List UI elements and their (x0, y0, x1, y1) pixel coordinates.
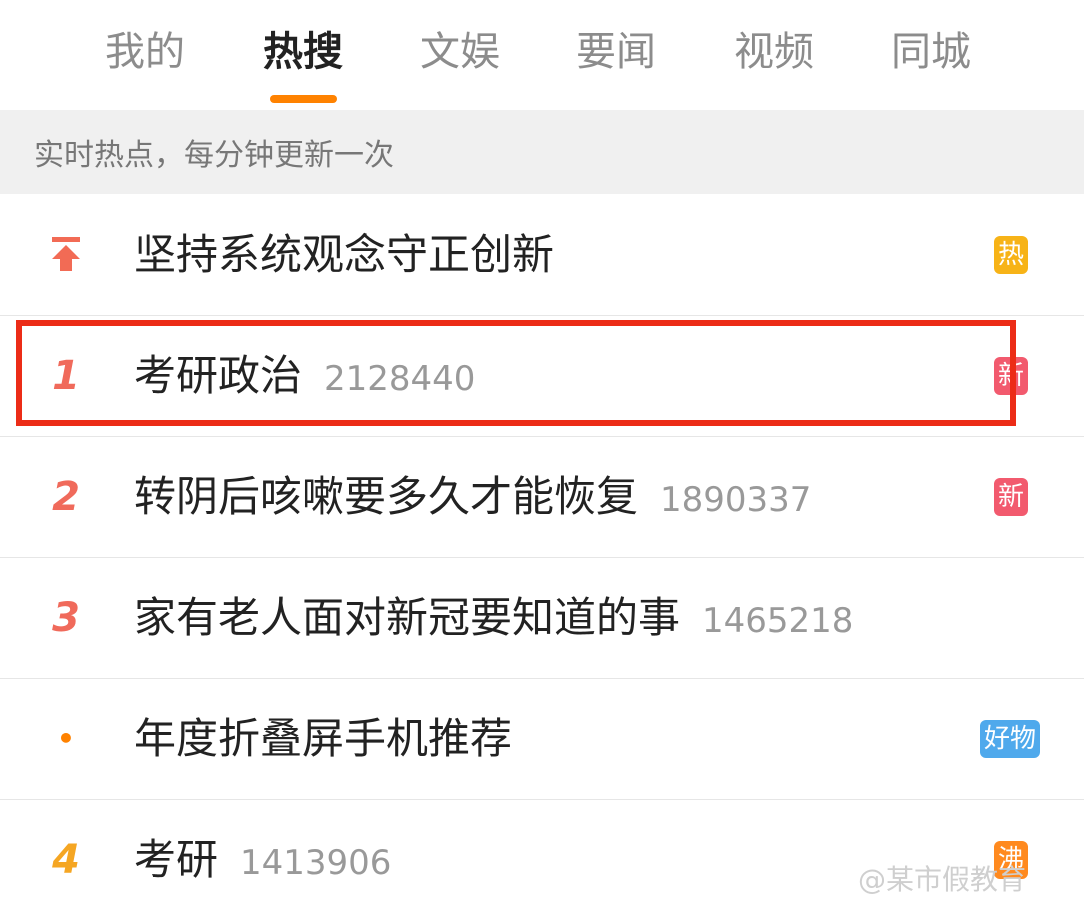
list-item-title[interactable]: 考研 1413906 (134, 800, 391, 920)
tab-news[interactable]: 要闻 (561, 26, 671, 78)
list-item-title-text: 转阴后咳嗽要多久才能恢复 (134, 472, 639, 521)
good-item-badge: 好物 (980, 720, 1041, 758)
pin-top-arrow-icon (52, 237, 80, 271)
realtime-notice-bar: 实时热点，每分钟更新一次 (0, 110, 1084, 194)
list-item-title[interactable]: 年度折叠屏手机推荐 (134, 679, 512, 799)
new-badge: 新 (994, 478, 1029, 516)
list-item-title-text: 考研政治 (134, 351, 303, 400)
list-item-title[interactable]: 考研政治 2128440 (134, 316, 475, 436)
search-count: 2128440 (324, 359, 476, 399)
list-item-title[interactable]: 转阴后咳嗽要多久才能恢复 1890337 (134, 437, 811, 557)
search-count: 1413906 (240, 843, 392, 883)
active-tab-indicator (270, 95, 337, 103)
list-item-promoted[interactable]: • 年度折叠屏手机推荐 好物 (0, 679, 1084, 800)
tab-local[interactable]: 同城 (876, 26, 986, 78)
bullet-dot-icon: • (57, 722, 75, 755)
list-item-3[interactable]: 3 家有老人面对新冠要知道的事 1465218 (0, 558, 1084, 679)
watermark: @某市假教育 (858, 863, 1027, 896)
list-item-title[interactable]: 家有老人面对新冠要知道的事 1465218 (134, 558, 853, 678)
list-item-pinned[interactable]: 坚持系统观念守正创新 热 (0, 195, 1084, 316)
tab-bar: 我的 热搜 文娱 要闻 视频 同城 (0, 0, 1084, 110)
list-item-title-text: 家有老人面对新冠要知道的事 (134, 593, 681, 642)
list-item-2[interactable]: 2 转阴后咳嗽要多久才能恢复 1890337 新 (0, 437, 1084, 558)
rank-number: 1 (52, 353, 80, 399)
list-item-1[interactable]: 1 考研政治 2128440 新 (0, 316, 1084, 437)
search-count: 1890337 (660, 480, 812, 520)
tab-video[interactable]: 视频 (719, 26, 829, 78)
rank-number: 2 (52, 474, 80, 520)
notice-text: 实时热点，每分钟更新一次 (34, 138, 394, 173)
list-item-4[interactable]: 4 考研 1413906 沸 (0, 800, 1084, 920)
list-item-title[interactable]: 坚持系统观念守正创新 (134, 195, 554, 315)
new-badge: 新 (994, 357, 1029, 395)
rank-number: 4 (52, 837, 80, 883)
search-count: 1465218 (702, 601, 854, 641)
tab-mine[interactable]: 我的 (90, 26, 200, 78)
tab-hot-search[interactable]: 热搜 (248, 26, 358, 78)
tab-entertainment[interactable]: 文娱 (405, 26, 515, 78)
list-item-title-text: 考研 (134, 835, 219, 884)
hot-badge: 热 (994, 236, 1029, 274)
rank-number: 3 (52, 595, 80, 641)
